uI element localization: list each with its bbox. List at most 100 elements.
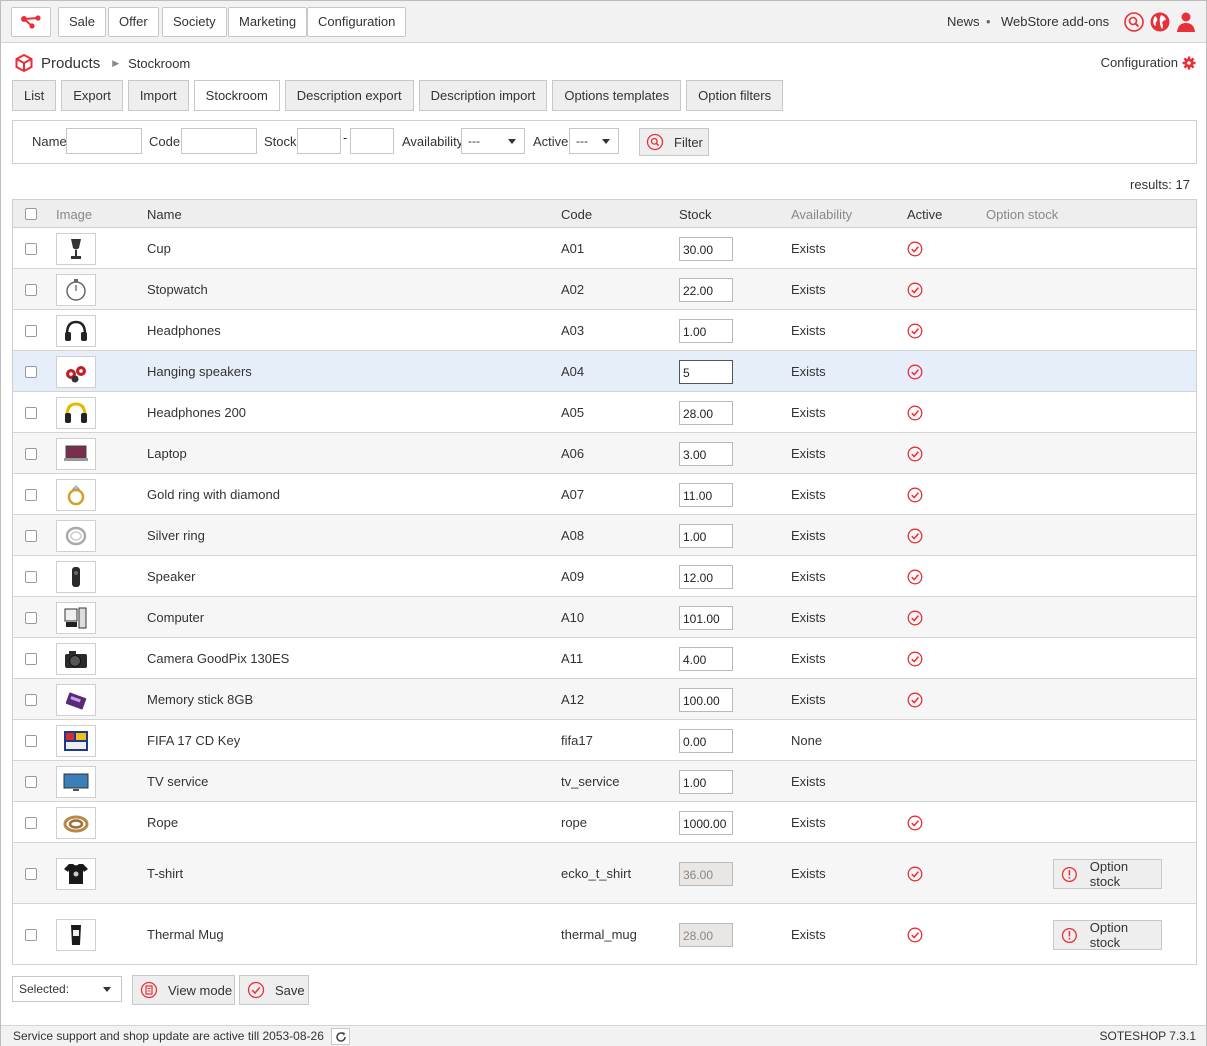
menu-marketing[interactable]: Marketing xyxy=(228,7,308,37)
row-checkbox[interactable] xyxy=(25,694,37,706)
table-row[interactable]: TV service tv_service 1.00 Exists xyxy=(13,761,1196,802)
active-check-icon[interactable] xyxy=(907,927,923,943)
stock-input[interactable]: 3.00 xyxy=(679,442,733,466)
table-row[interactable]: Gold ring with diamond A07 11.00 Exists xyxy=(13,474,1196,515)
menu-offer[interactable]: Offer xyxy=(108,7,159,37)
tab-description-import[interactable]: Description import xyxy=(418,80,548,111)
table-row[interactable]: Hanging speakers A04 5 Exists xyxy=(13,351,1196,392)
option-stock-button[interactable]: Option stock xyxy=(1053,859,1162,889)
select-all-checkbox[interactable] xyxy=(25,208,37,220)
table-row[interactable]: Headphones 200 A05 28.00 Exists xyxy=(13,392,1196,433)
active-select[interactable]: --- xyxy=(569,128,619,154)
table-row[interactable]: Memory stick 8GB A12 100.00 Exists xyxy=(13,679,1196,720)
page-title[interactable]: Products xyxy=(41,55,100,72)
product-thumbnail[interactable] xyxy=(56,274,96,306)
active-check-icon[interactable] xyxy=(907,241,923,257)
active-check-icon[interactable] xyxy=(907,692,923,708)
table-row[interactable]: Rope rope 1000.00 Exists xyxy=(13,802,1196,843)
row-checkbox[interactable] xyxy=(25,929,37,941)
product-name[interactable]: T-shirt xyxy=(147,866,183,881)
product-thumbnail[interactable] xyxy=(56,643,96,675)
tab-stockroom[interactable]: Stockroom xyxy=(193,80,280,111)
product-name[interactable]: Gold ring with diamond xyxy=(147,487,280,502)
news-link[interactable]: News xyxy=(947,14,980,29)
column-name[interactable]: Name xyxy=(147,207,182,222)
stock-from-input[interactable] xyxy=(297,128,341,154)
row-checkbox[interactable] xyxy=(25,325,37,337)
active-check-icon[interactable] xyxy=(907,282,923,298)
stock-input[interactable]: 100.00 xyxy=(679,688,733,712)
product-thumbnail[interactable] xyxy=(56,397,96,429)
row-checkbox[interactable] xyxy=(25,776,37,788)
tab-list[interactable]: List xyxy=(12,80,57,111)
table-row[interactable]: Laptop A06 3.00 Exists xyxy=(13,433,1196,474)
product-name[interactable]: FIFA 17 CD Key xyxy=(147,733,240,748)
table-row[interactable]: Computer A10 101.00 Exists xyxy=(13,597,1196,638)
tab-description-export[interactable]: Description export xyxy=(284,80,414,111)
table-row[interactable]: Camera GoodPix 130ES A11 4.00 Exists xyxy=(13,638,1196,679)
row-checkbox[interactable] xyxy=(25,530,37,542)
webstore-addons-link[interactable]: WebStore add-ons xyxy=(1001,14,1109,29)
table-row[interactable]: T-shirt ecko_t_shirt 36.00 Exists Option sto… xyxy=(13,843,1196,904)
table-row[interactable]: Stopwatch A02 22.00 Exists xyxy=(13,269,1196,310)
stock-input[interactable]: 1000.00 xyxy=(679,811,733,835)
active-check-icon[interactable] xyxy=(907,651,923,667)
stock-input[interactable]: 0.00 xyxy=(679,729,733,753)
product-thumbnail[interactable] xyxy=(56,725,96,757)
search-icon[interactable] xyxy=(1123,11,1145,33)
active-check-icon[interactable] xyxy=(907,528,923,544)
stock-input[interactable]: 1.00 xyxy=(679,524,733,548)
row-checkbox[interactable] xyxy=(25,868,37,880)
product-name[interactable]: Rope xyxy=(147,815,178,830)
tab-options-templates[interactable]: Options templates xyxy=(552,80,682,111)
product-thumbnail[interactable] xyxy=(56,315,96,347)
product-name[interactable]: Thermal Mug xyxy=(147,927,224,942)
product-name[interactable]: Silver ring xyxy=(147,528,205,543)
globe-icon[interactable] xyxy=(1149,11,1171,33)
filter-button[interactable]: Filter xyxy=(639,128,709,156)
stock-input[interactable]: 1.00 xyxy=(679,770,733,794)
product-thumbnail[interactable] xyxy=(56,919,96,951)
product-name[interactable]: Headphones xyxy=(147,323,221,338)
row-checkbox[interactable] xyxy=(25,489,37,501)
home-logo-button[interactable] xyxy=(11,7,51,37)
table-row[interactable]: FIFA 17 CD Key fifa17 0.00 None xyxy=(13,720,1196,761)
option-stock-button[interactable]: Option stock xyxy=(1053,920,1162,950)
product-name[interactable]: Laptop xyxy=(147,446,187,461)
row-checkbox[interactable] xyxy=(25,284,37,296)
refresh-button[interactable] xyxy=(331,1028,350,1045)
product-thumbnail[interactable] xyxy=(56,520,96,552)
stock-input[interactable]: 1.00 xyxy=(679,319,733,343)
table-row[interactable]: Silver ring A08 1.00 Exists xyxy=(13,515,1196,556)
tab-export[interactable]: Export xyxy=(61,80,123,111)
product-thumbnail[interactable] xyxy=(56,858,96,890)
product-thumbnail[interactable] xyxy=(56,766,96,798)
save-button[interactable]: Save xyxy=(239,975,309,1005)
view-mode-button[interactable]: View mode xyxy=(132,975,235,1005)
product-thumbnail[interactable] xyxy=(56,479,96,511)
active-check-icon[interactable] xyxy=(907,610,923,626)
active-check-icon[interactable] xyxy=(907,405,923,421)
product-name[interactable]: Camera GoodPix 130ES xyxy=(147,651,289,666)
column-code[interactable]: Code xyxy=(561,207,592,222)
table-row[interactable]: Speaker A09 12.00 Exists xyxy=(13,556,1196,597)
product-name[interactable]: Memory stick 8GB xyxy=(147,692,253,707)
stock-to-input[interactable] xyxy=(350,128,394,154)
stock-input[interactable]: 12.00 xyxy=(679,565,733,589)
row-checkbox[interactable] xyxy=(25,243,37,255)
stock-input[interactable]: 5 xyxy=(679,360,733,384)
table-row[interactable]: Headphones A03 1.00 Exists xyxy=(13,310,1196,351)
active-check-icon[interactable] xyxy=(907,487,923,503)
product-thumbnail[interactable] xyxy=(56,233,96,265)
tab-option-filters[interactable]: Option filters xyxy=(686,80,784,111)
active-check-icon[interactable] xyxy=(907,364,923,380)
user-icon[interactable] xyxy=(1175,11,1197,33)
stock-input[interactable]: 28.00 xyxy=(679,401,733,425)
product-thumbnail[interactable] xyxy=(56,438,96,470)
row-checkbox[interactable] xyxy=(25,735,37,747)
product-thumbnail[interactable] xyxy=(56,684,96,716)
stock-input[interactable]: 101.00 xyxy=(679,606,733,630)
configuration-link[interactable]: Configuration xyxy=(1101,55,1196,70)
row-checkbox[interactable] xyxy=(25,571,37,583)
selected-action-select[interactable]: Selected: xyxy=(12,976,122,1002)
